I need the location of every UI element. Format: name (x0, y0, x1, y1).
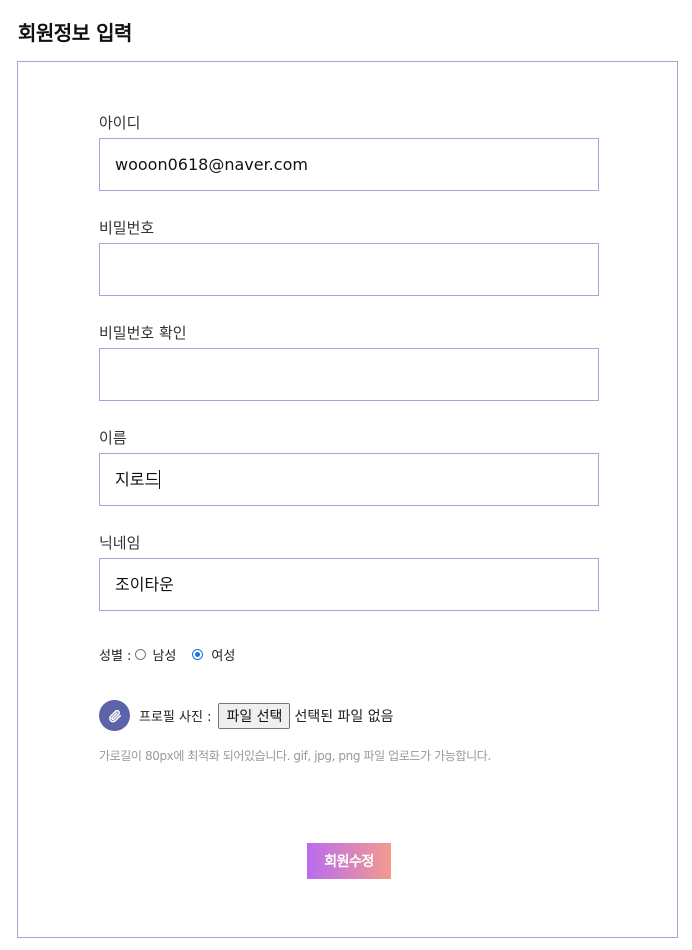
profile-photo-label: 프로필 사진 : (139, 710, 212, 725)
password-confirm-label: 비밀번호 확인 (99, 324, 187, 342)
member-info-form: 아이디 wooon0618@naver.com 비밀번호 비밀번호 확인 이름 … (17, 61, 678, 938)
page-title: 회원정보 입력 (18, 21, 132, 45)
profile-photo-hint: 가로길이 80px에 최적화 되어있습니다. gif, jpg, png 파일 … (99, 749, 491, 763)
gender-male-label[interactable]: 남성 (152, 645, 176, 664)
password-confirm-input[interactable] (99, 348, 599, 401)
profile-photo-row: 프로필 사진 : 파일 선택 선택된 파일 없음 (99, 700, 394, 731)
name-value: 지로드 (115, 470, 161, 489)
id-input[interactable]: wooon0618@naver.com (99, 138, 599, 191)
name-label: 이름 (99, 429, 127, 447)
gender-male-radio[interactable] (135, 649, 147, 660)
gender-group: 성별 : 남성 여성 (99, 645, 235, 664)
password-input[interactable] (99, 243, 599, 296)
nickname-value: 조이타운 (115, 575, 174, 594)
password-label: 비밀번호 (99, 219, 155, 237)
update-member-button[interactable]: 회원수정 (307, 843, 391, 879)
file-status-text: 선택된 파일 없음 (294, 708, 394, 725)
nickname-input[interactable]: 조이타운 (99, 558, 599, 611)
file-select-button[interactable]: 파일 선택 (218, 702, 291, 729)
gender-female-label[interactable]: 여성 (211, 645, 235, 664)
paperclip-icon (99, 700, 130, 731)
id-value: wooon0618@naver.com (115, 155, 308, 174)
gender-female-radio[interactable] (192, 649, 204, 660)
nickname-label: 닉네임 (99, 534, 141, 552)
gender-label: 성별 : (99, 649, 132, 664)
id-label: 아이디 (99, 114, 141, 132)
name-input[interactable]: 지로드 (99, 453, 599, 506)
